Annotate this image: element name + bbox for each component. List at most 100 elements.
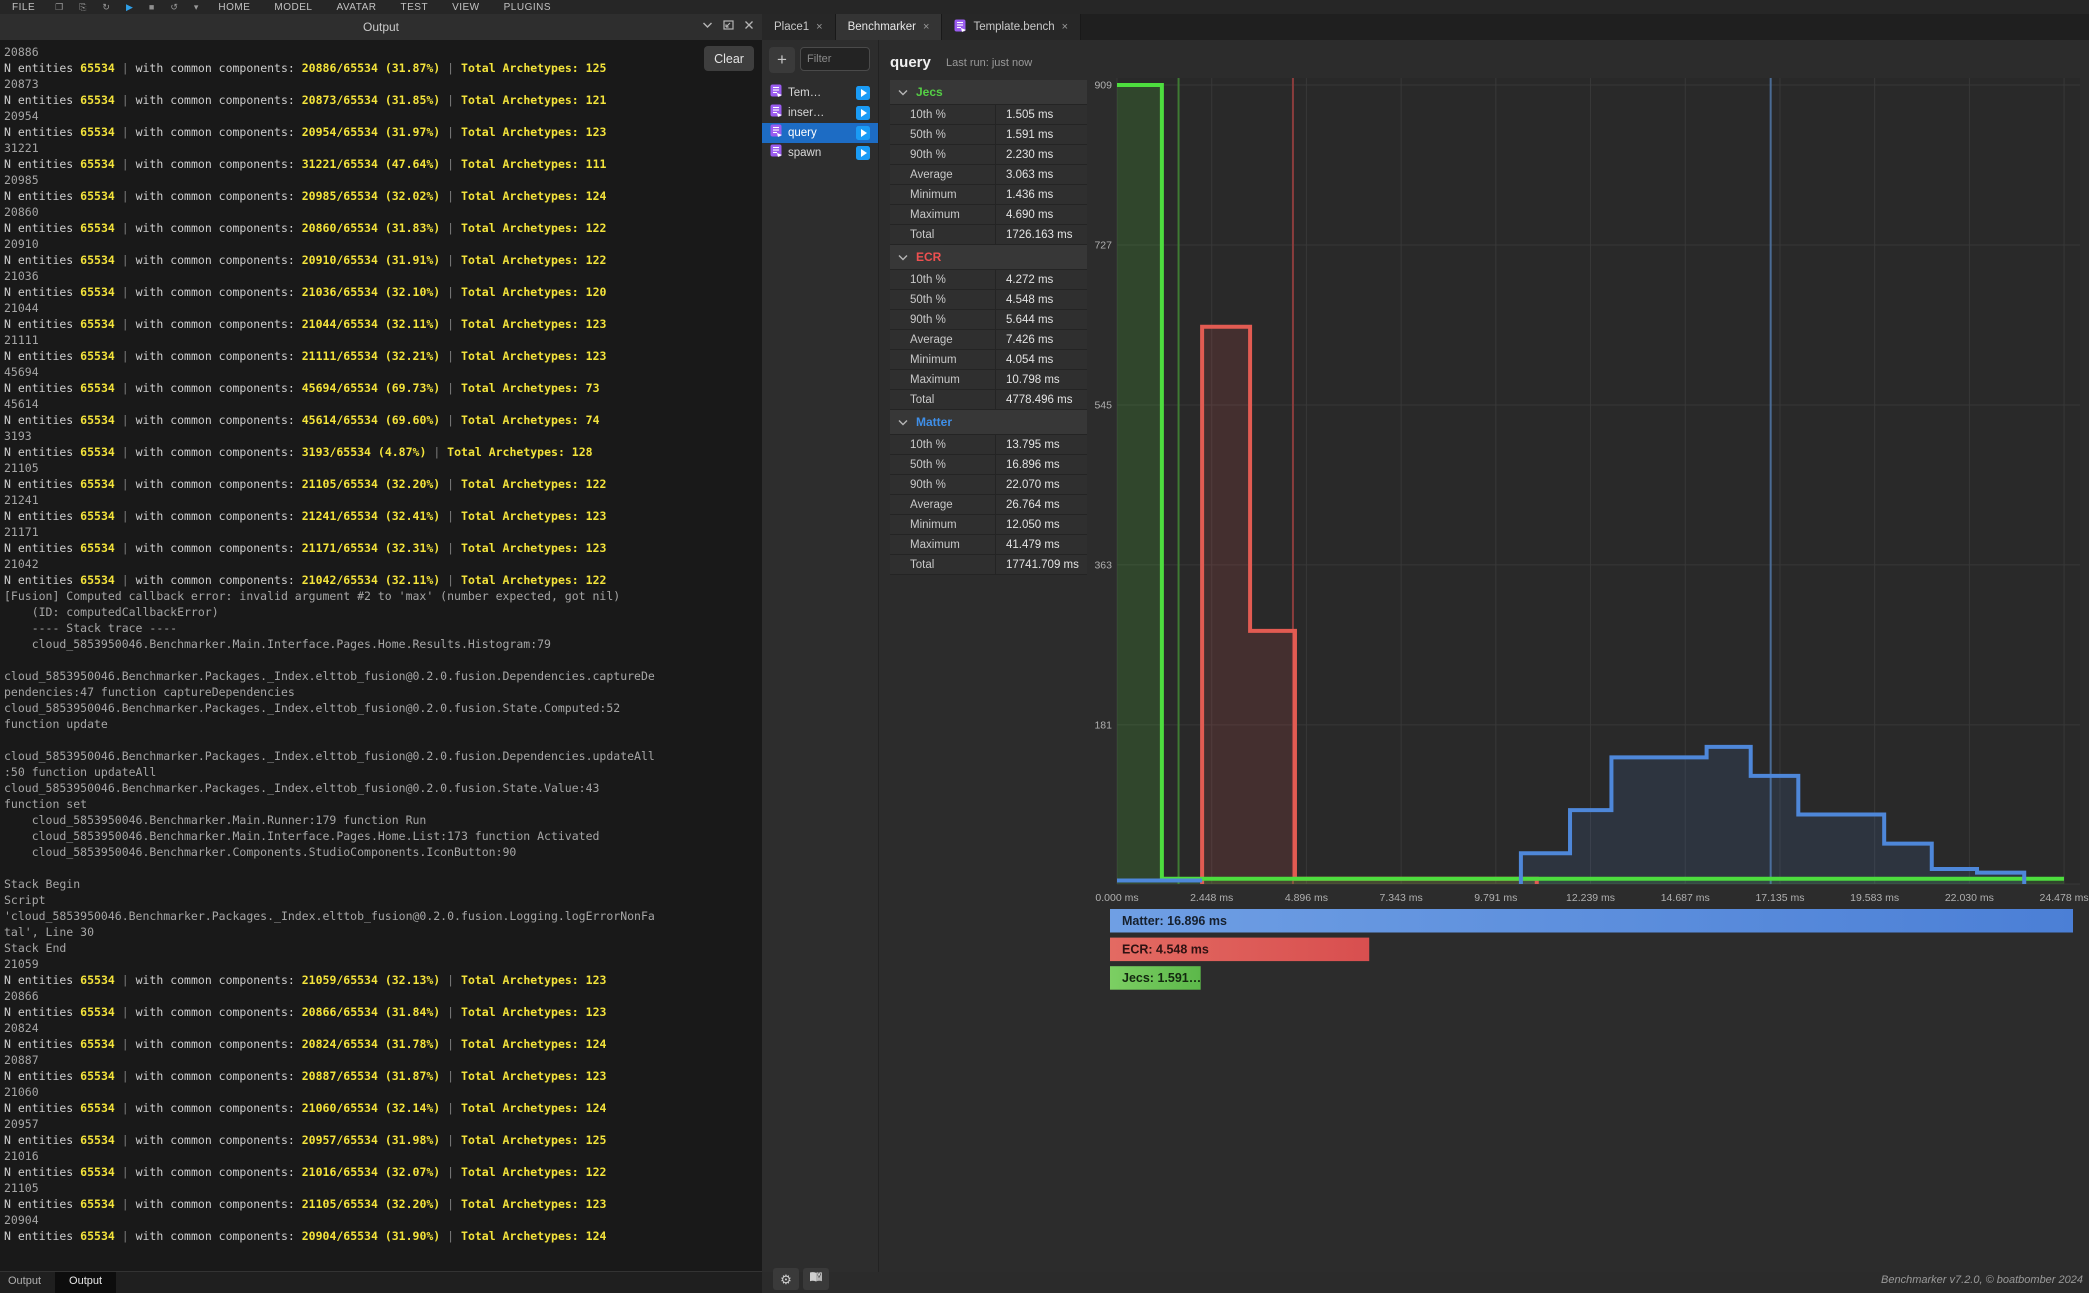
output-bottom-tab[interactable]: Output <box>0 1272 55 1293</box>
results-title: query <box>890 54 931 71</box>
stats-section-header-matter[interactable]: Matter <box>890 410 1087 434</box>
new-file-icon[interactable]: ❐ <box>47 1 71 14</box>
tab-close-icon[interactable]: × <box>1062 21 1068 33</box>
stat-value: 13.795 ms <box>996 435 1087 454</box>
stat-label: Average <box>890 330 996 349</box>
tab-close-icon[interactable]: × <box>923 21 929 33</box>
console-line: [Fusion] Computed callback error: invali… <box>4 588 762 604</box>
stat-label: 10th % <box>890 105 996 124</box>
console-line: pendencies:47 function captureDependenci… <box>4 684 762 700</box>
undo-icon[interactable]: ↺ <box>162 1 186 14</box>
settings-button[interactable]: ⚙ <box>773 1268 799 1290</box>
stat-row: 90th %5.644 ms <box>890 310 1087 329</box>
stat-label: Minimum <box>890 350 996 369</box>
console-line: cloud_5853950046.Benchmarker.Main.Interf… <box>4 636 762 652</box>
stat-label: 50th % <box>890 125 996 144</box>
menu-file[interactable]: FILE <box>0 1 47 14</box>
console-line: 'cloud_5853950046.Benchmarker.Packages._… <box>4 908 762 924</box>
stat-label: Total <box>890 555 996 574</box>
filter-input[interactable] <box>800 47 870 71</box>
console-line: Stack Begin <box>4 876 762 892</box>
console-line: N entities 65534 | with common component… <box>4 476 762 492</box>
benchmarker-content: + Tem…inser…queryspawn query Last run: j… <box>762 40 2089 1272</box>
stat-value: 1.505 ms <box>996 105 1087 124</box>
console-line: cloud_5853950046.Benchmarker.Main.Runner… <box>4 812 762 828</box>
run-benchmark-button[interactable] <box>856 86 870 100</box>
console-line: N entities 65534 | with common component… <box>4 412 762 428</box>
menu-model[interactable]: MODEL <box>262 1 324 14</box>
menu-avatar[interactable]: AVATAR <box>324 1 388 14</box>
console-line: N entities 65534 | with common component… <box>4 92 762 108</box>
run-benchmark-button[interactable] <box>856 146 870 160</box>
stat-value: 4778.496 ms <box>996 390 1087 409</box>
docs-button[interactable] <box>803 1268 829 1290</box>
console-line: 21036 <box>4 268 762 284</box>
menu-home[interactable]: HOME <box>206 1 262 14</box>
stat-value: 3.063 ms <box>996 165 1087 184</box>
console-line: 20957 <box>4 1116 762 1132</box>
x-axis-tick-label: 7.343 ms <box>1380 892 1423 904</box>
console-line: N entities 65534 | with common component… <box>4 220 762 236</box>
menu-bar: FILE❐⎘↻▶■↺▾HOMEMODELAVATARTESTVIEWPLUGIN… <box>0 0 2089 15</box>
console-line: N entities 65534 | with common component… <box>4 1068 762 1084</box>
add-benchmark-button[interactable]: + <box>769 47 795 73</box>
stat-row: Average7.426 ms <box>890 330 1087 349</box>
redo-icon[interactable]: ↻ <box>94 1 118 14</box>
console-line: N entities 65534 | with common component… <box>4 1196 762 1212</box>
x-axis-tick-label: 12.239 ms <box>1566 892 1615 904</box>
tab-place1[interactable]: Place1× <box>762 14 836 40</box>
stop-icon[interactable]: ■ <box>141 1 162 14</box>
script-icon <box>770 124 782 142</box>
console-line: function set <box>4 796 762 812</box>
menu-view[interactable]: VIEW <box>440 1 492 14</box>
stat-value: 22.070 ms <box>996 475 1087 494</box>
app-window: FILE❐⎘↻▶■↺▾HOMEMODELAVATARTESTVIEWPLUGIN… <box>0 0 2089 1293</box>
stats-section-header-ecr[interactable]: ECR <box>890 245 1087 269</box>
x-axis-tick-label: 4.896 ms <box>1285 892 1328 904</box>
benchmark-item-spawn[interactable]: spawn <box>762 143 878 163</box>
benchmark-item-query[interactable]: query <box>762 123 878 143</box>
output-bottom-tab-active[interactable]: Output <box>55 1272 116 1293</box>
menu-plugins[interactable]: PLUGINS <box>492 1 563 14</box>
legend-bar-matter[interactable] <box>1110 909 2073 933</box>
chevron-down-icon <box>898 419 908 426</box>
legend-label: Jecs: 1.591… <box>1122 971 1201 985</box>
play-icon[interactable]: ▶ <box>118 1 141 14</box>
dropdown-caret-icon[interactable]: ▾ <box>186 1 207 14</box>
save-icon[interactable]: ⎘ <box>71 1 94 14</box>
x-axis-tick-label: 17.135 ms <box>1755 892 1804 904</box>
stats-section-header-jecs[interactable]: Jecs <box>890 80 1087 104</box>
stat-row: Maximum41.479 ms <box>890 535 1087 554</box>
popout-icon[interactable] <box>723 20 734 30</box>
console-line: 31221 <box>4 140 762 156</box>
output-bottom-tabbar: Output Output <box>0 1271 762 1293</box>
stat-value: 1.436 ms <box>996 185 1087 204</box>
stat-label: Maximum <box>890 535 996 554</box>
stats-section-name: Jecs <box>916 85 943 99</box>
run-benchmark-button[interactable] <box>856 126 870 140</box>
tab-benchmarker[interactable]: Benchmarker× <box>836 14 943 40</box>
script-icon <box>770 104 782 122</box>
close-icon[interactable] <box>744 20 754 30</box>
stats-section-name: ECR <box>916 250 941 264</box>
x-axis-tick-label: 14.687 ms <box>1661 892 1710 904</box>
console-line: 21042 <box>4 556 762 572</box>
run-benchmark-button[interactable] <box>856 106 870 120</box>
stat-value: 17741.709 ms <box>996 555 1087 574</box>
y-axis-tick-label: 181 <box>1095 719 1112 731</box>
stat-row: 90th %2.230 ms <box>890 145 1087 164</box>
tab-template-bench[interactable]: Template.bench× <box>942 14 1081 40</box>
benchmark-item-Tem[interactable]: Tem… <box>762 83 878 103</box>
tab-close-icon[interactable]: × <box>816 21 822 33</box>
x-axis-tick-label: 24.478 ms <box>2040 892 2089 904</box>
chevron-down-icon[interactable] <box>702 21 713 29</box>
clear-button[interactable]: Clear <box>704 46 754 71</box>
menu-test[interactable]: TEST <box>389 1 441 14</box>
console-line: N entities 65534 | with common component… <box>4 1100 762 1116</box>
console-log[interactable]: 20886N entities 65534 | with common comp… <box>0 40 762 1272</box>
x-axis-tick-label: 9.791 ms <box>1474 892 1517 904</box>
benchmark-item-inser[interactable]: inser… <box>762 103 878 123</box>
console-line: 21016 <box>4 1148 762 1164</box>
console-line: N entities 65534 | with common component… <box>4 508 762 524</box>
stat-row: 90th %22.070 ms <box>890 475 1087 494</box>
